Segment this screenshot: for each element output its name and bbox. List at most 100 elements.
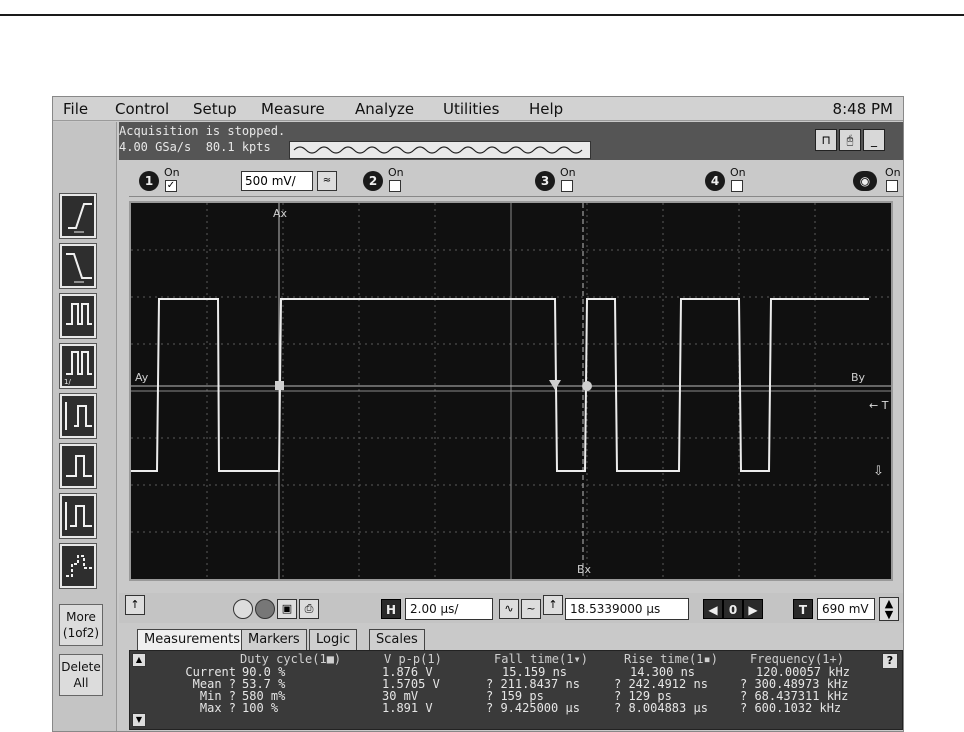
channel-1-trace — [131, 298, 869, 472]
trigger-toolbar: 1/ More (1of2) Delete All — [53, 122, 117, 731]
tab-measurements[interactable]: Measurements — [137, 629, 248, 651]
row-label-max: Max ? — [199, 701, 236, 715]
waveform-display[interactable]: Ax Ay Bx By ← T ⇩ — [129, 201, 893, 581]
frequency-max: ? 600.1032 kHz — [740, 701, 842, 715]
frequency-header: Frequency(1+) — [750, 652, 844, 666]
waveform-svg: Ax Ay Bx By ← T ⇩ — [131, 203, 891, 579]
marker-b-handle[interactable] — [582, 381, 592, 391]
channel-3-on-label: On — [560, 166, 576, 179]
channel-bar: 1 On ✓ 500 mV/ ≈ 2 On 3 On 4 On ◉ On — [129, 163, 903, 197]
circle-button-2[interactable] — [255, 599, 275, 619]
print-icon[interactable]: ⎙ — [299, 599, 319, 619]
channel-2-checkbox[interactable] — [389, 180, 401, 192]
delay-right-button[interactable]: ▶ — [743, 599, 763, 619]
waveform-overview[interactable] — [289, 141, 591, 159]
math-channel-icon[interactable]: ◉ — [853, 171, 877, 191]
fine-adjust-icon[interactable]: ∿ — [499, 599, 519, 619]
run-stop-icon[interactable]: ⊓ — [815, 129, 837, 151]
scroll-up-button[interactable]: ▲ — [132, 653, 146, 667]
circle-button-1[interactable] — [233, 599, 253, 619]
fall-time-max: ? 9.425000 µs — [486, 701, 580, 715]
measurements-table: ▲ ▼ ? Current Mean ? Min ? Max ? Duty cy… — [129, 650, 903, 730]
sample-rate: 4.00 GSa/s 80.1 kpts — [119, 140, 271, 154]
more-pages: (1of2) — [62, 626, 100, 640]
delay-left-button[interactable]: ◀ — [703, 599, 723, 619]
acquire-mode-icon[interactable]: ~ — [521, 599, 541, 619]
more-label: More — [66, 610, 96, 624]
transition-icon[interactable] — [59, 493, 97, 539]
help-icon[interactable]: ? — [882, 653, 898, 669]
timebase-field[interactable]: 2.00 µs/ — [405, 598, 493, 620]
scope-window: File Control Setup Measure Analyze Utili… — [52, 96, 904, 732]
setup-hold-icon[interactable] — [59, 543, 97, 589]
marker-a-handle[interactable] — [275, 381, 284, 390]
glitch-icon[interactable]: 1/ — [59, 343, 97, 389]
channel-1-icon[interactable]: 1 — [139, 171, 159, 191]
trigger-point-icon — [549, 380, 561, 390]
channel-2-icon[interactable]: 2 — [363, 171, 383, 191]
channel-3-icon[interactable]: 3 — [535, 171, 555, 191]
tab-markers[interactable]: Markers — [241, 629, 307, 651]
menu-control[interactable]: Control — [115, 100, 169, 118]
clock: 8:48 PM — [832, 100, 893, 118]
minimize-icon[interactable]: _ — [863, 129, 885, 151]
svg-text:1/: 1/ — [64, 378, 71, 386]
marker-ay-label: Ay — [135, 371, 149, 384]
acquisition-status: Acquisition is stopped. — [119, 124, 286, 138]
delete-all-label: All — [73, 676, 89, 690]
marker-ax-label: Ax — [273, 207, 288, 220]
math-on-label: On — [885, 166, 901, 179]
pulse-width-icon[interactable] — [59, 293, 97, 339]
measurement-tabs: Measurements Markers Logic Scales — [129, 629, 903, 651]
channel-1-on-label: On — [164, 166, 180, 179]
control-row: ↑ ▣ ⎙ H 2.00 µs/ ∿ ~ ↑ 18.5339000 µs ◀ 0… — [119, 593, 903, 623]
coupling-icon[interactable]: ≈ — [317, 171, 337, 191]
delay-zero-button[interactable]: 0 — [723, 599, 743, 619]
menu-measure[interactable]: Measure — [261, 100, 325, 118]
delete-label: Delete — [61, 660, 101, 674]
marker-bx-label: Bx — [577, 563, 592, 576]
menu-analyze[interactable]: Analyze — [355, 100, 414, 118]
channel-4-checkbox[interactable] — [731, 180, 743, 192]
trigger-level-label: ← T — [869, 399, 889, 412]
vpp-max: 1.891 V — [382, 701, 433, 715]
trigger-level-field[interactable]: 690 mV — [817, 598, 875, 620]
menu-file[interactable]: File — [63, 100, 88, 118]
rise-time-max: ? 8.004883 µs — [614, 701, 708, 715]
rise-time-header: Rise time(1▪) — [624, 652, 718, 666]
horizontal-button[interactable]: H — [381, 599, 401, 619]
runt-icon[interactable] — [59, 393, 97, 439]
channel-2-on-label: On — [388, 166, 404, 179]
channel-4-icon[interactable]: 4 — [705, 171, 725, 191]
tab-logic[interactable]: Logic — [309, 629, 357, 651]
timeout-icon[interactable] — [59, 443, 97, 489]
rising-edge-icon[interactable] — [59, 193, 97, 239]
channel-4-on-label: On — [730, 166, 746, 179]
delay-field[interactable]: 18.5339000 µs — [565, 598, 689, 620]
trigger-level-stepper[interactable]: ▲ ▼ — [879, 597, 899, 621]
channel-offset-icon[interactable]: ↑ — [125, 595, 145, 615]
image-icon[interactable]: ▣ — [277, 599, 297, 619]
delete-all-button[interactable]: Delete All — [59, 654, 103, 696]
channel-3-checkbox[interactable] — [561, 180, 573, 192]
math-checkbox[interactable] — [886, 180, 898, 192]
delay-reference-icon[interactable]: ↑ — [543, 595, 563, 615]
falling-edge-icon[interactable] — [59, 243, 97, 289]
menu-setup[interactable]: Setup — [193, 100, 237, 118]
ground-reference-icon: ⇩ — [873, 464, 884, 479]
menu-bar: File Control Setup Measure Analyze Utili… — [53, 97, 903, 121]
mouse-icon[interactable]: 🖰 — [839, 129, 861, 151]
marker-by-label: By — [851, 371, 866, 384]
menu-utilities[interactable]: Utilities — [443, 100, 499, 118]
fall-time-header: Fall time(1▾) — [494, 652, 588, 666]
scroll-down-button[interactable]: ▼ — [132, 713, 146, 727]
duty-cycle-header: Duty cycle(1■) — [240, 652, 342, 666]
vpp-header: V p-p(1) — [384, 652, 442, 666]
channel-1-scale[interactable]: 500 mV/ — [241, 171, 313, 191]
trigger-button[interactable]: T — [793, 599, 813, 619]
channel-1-checkbox[interactable]: ✓ — [165, 180, 177, 192]
menu-help[interactable]: Help — [529, 100, 563, 118]
page-rule — [0, 14, 964, 16]
tab-scales[interactable]: Scales — [369, 629, 425, 651]
more-button[interactable]: More (1of2) — [59, 604, 103, 646]
